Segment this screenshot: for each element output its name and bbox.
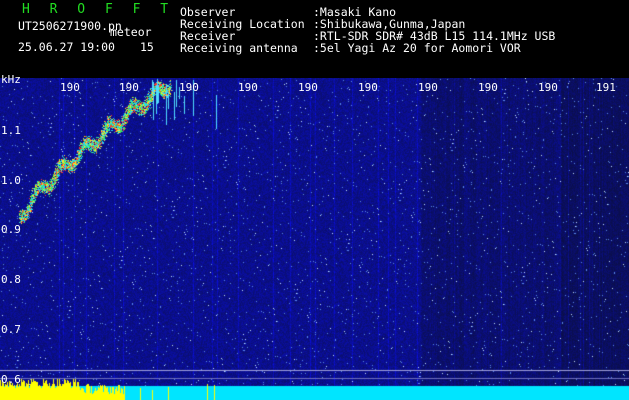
app-logo: H R O F F T [22, 2, 175, 17]
x-tick-label: 190 [179, 81, 199, 94]
y-unit-label: kHz [1, 73, 21, 86]
y-tick-label: 0.7 [1, 323, 21, 336]
y-tick-label: 0.6 [1, 373, 21, 386]
field-value-antenna: :5el Yagi Az 20 for Aomori VOR [313, 41, 521, 55]
x-tick-label: 190 [418, 81, 438, 94]
axis-overlay: kHz 1.1 1.0 0.9 0.8 0.7 0.6 190 190 190 … [0, 74, 629, 400]
y-tick-label: 1.1 [1, 124, 21, 137]
interval-value: 15 [140, 40, 154, 54]
y-tick-label: 1.0 [1, 174, 21, 187]
y-tick-label: 0.8 [1, 273, 21, 286]
x-tick-label: 190 [538, 81, 558, 94]
x-tick-label: 190 [238, 81, 258, 94]
y-tick-label: 0.9 [1, 223, 21, 236]
x-tick-label: 190 [358, 81, 378, 94]
file-name: UT2506271900.pn [18, 19, 122, 33]
x-tick-label: 190 [60, 81, 80, 94]
x-tick-label: 190 [478, 81, 498, 94]
x-tick-label: 191 [596, 81, 616, 94]
header-panel: H R O F F T UT2506271900.pn meteor 25.06… [0, 0, 629, 78]
x-tick-label: 190 [119, 81, 139, 94]
category-label: meteor [110, 25, 152, 39]
field-label-antenna: Receiving antenna [180, 41, 298, 55]
x-tick-label: 190 [298, 81, 318, 94]
observation-datetime: 25.06.27 19:00 [18, 40, 115, 54]
